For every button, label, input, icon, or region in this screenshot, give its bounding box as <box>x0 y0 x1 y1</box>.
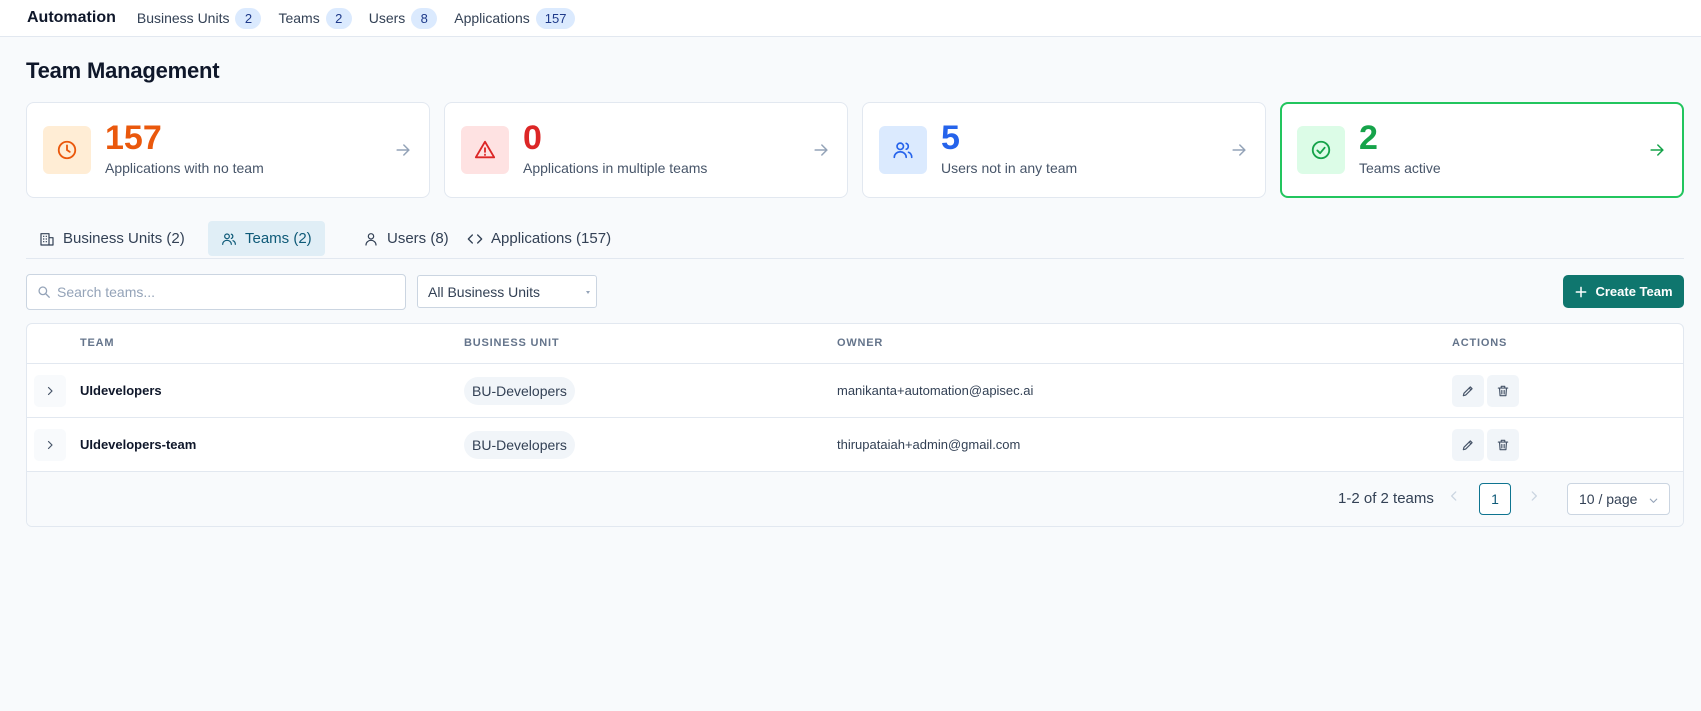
clock-icon <box>43 126 91 174</box>
nav-label: Users <box>368 10 406 26</box>
chevron-right-icon[interactable] <box>1527 489 1541 503</box>
arrow-right-icon <box>1650 144 1664 156</box>
nav-applications[interactable]: Applications 157 <box>454 7 576 29</box>
chevron-down-icon <box>1649 498 1658 503</box>
user-icon <box>365 232 377 246</box>
business-unit-select-value: All Business Units <box>428 283 541 300</box>
column-header-owner: OWNER <box>837 337 884 349</box>
nav-count-badge: 2 <box>235 7 262 29</box>
trash-icon <box>1497 385 1509 397</box>
page-size-value: 10 / page <box>1579 491 1638 507</box>
business-unit-select[interactable]: All Business Units <box>417 275 597 308</box>
tab-label: Business Units (2) <box>63 230 185 247</box>
stat-value: 2 <box>1359 119 1378 157</box>
owner-email: thirupataiah+admin@gmail.com <box>837 437 1021 452</box>
tab-label: Users (8) <box>387 230 449 247</box>
code-icon <box>467 233 483 244</box>
business-unit-badge: BU-Developers <box>464 377 575 405</box>
pagination-bar: 1-2 of 2 teams 1 10 / page <box>27 472 1683 526</box>
check-circle-icon <box>1297 126 1345 174</box>
stat-label: Applications with no team <box>105 160 264 176</box>
pencil-icon <box>1462 440 1473 451</box>
stat-card-teams-active[interactable]: 2 Teams active <box>1280 102 1684 198</box>
expand-row-button[interactable] <box>34 375 66 407</box>
brand-title[interactable]: Automation <box>27 9 116 27</box>
tab-applications[interactable]: Applications (157) <box>454 221 624 256</box>
building-icon <box>40 232 54 246</box>
edit-button[interactable] <box>1452 375 1484 407</box>
business-unit-badge: BU-Developers <box>464 431 575 459</box>
pencil-icon <box>1462 386 1473 397</box>
table-row[interactable]: UIdevelopers-team BU-Developers thirupat… <box>27 418 1683 472</box>
nav-users[interactable]: Users 8 <box>368 7 438 29</box>
stat-value: 0 <box>523 119 542 157</box>
page-title: Team Management <box>26 58 220 83</box>
tab-business-units[interactable]: Business Units (2) <box>26 221 198 256</box>
delete-button[interactable] <box>1487 375 1519 407</box>
nav-label: Applications <box>454 10 530 26</box>
page-number-button[interactable]: 1 <box>1479 483 1511 515</box>
table-row[interactable]: UIdevelopers BU-Developers manikanta+aut… <box>27 364 1683 418</box>
nav-business-units[interactable]: Business Units 2 <box>136 7 262 29</box>
arrow-right-icon <box>1232 144 1246 156</box>
tab-teams[interactable]: Teams (2) <box>208 221 325 256</box>
tab-users[interactable]: Users (8) <box>350 221 462 256</box>
arrow-right-icon <box>814 144 828 156</box>
tab-label: Applications (157) <box>491 230 612 247</box>
warning-icon <box>461 126 509 174</box>
page-size-select[interactable]: 10 / page <box>1567 483 1670 515</box>
chevron-right-icon <box>47 440 53 450</box>
stat-card-users-no-team[interactable]: 5 Users not in any team <box>862 102 1266 198</box>
arrow-right-icon <box>396 144 410 156</box>
users-icon <box>222 232 236 245</box>
delete-button[interactable] <box>1487 429 1519 461</box>
expand-row-button[interactable] <box>34 429 66 461</box>
team-name: UIdevelopers <box>80 383 162 398</box>
caret-down-icon <box>586 291 590 294</box>
search-icon <box>38 286 50 298</box>
teams-table: TEAM BUSINESS UNIT OWNER ACTIONS UIdevel… <box>26 323 1684 527</box>
table-header: TEAM BUSINESS UNIT OWNER ACTIONS <box>27 324 1683 364</box>
tab-bar: Business Units (2) Teams (2) Users (8) A… <box>26 221 1684 259</box>
create-team-label: Create Team <box>1595 284 1673 299</box>
nav-count-badge: 157 <box>535 7 576 29</box>
search-box[interactable] <box>26 274 406 310</box>
team-name: UIdevelopers-team <box>80 437 197 452</box>
owner-email: manikanta+automation@apisec.ai <box>837 383 1034 398</box>
nav-label: Teams <box>278 10 320 26</box>
chevron-left-icon[interactable] <box>1447 489 1461 503</box>
trash-icon <box>1497 439 1509 451</box>
stat-value: 157 <box>105 119 162 157</box>
create-team-button[interactable]: Create Team <box>1563 275 1684 308</box>
plus-icon <box>1576 286 1587 297</box>
column-header-actions: ACTIONS <box>1452 337 1508 349</box>
nav-count-badge: 2 <box>325 7 352 29</box>
nav-label: Business Units <box>136 10 230 26</box>
stat-value: 5 <box>941 119 960 157</box>
top-nav-bar: Automation Business Units 2 Teams 2 User… <box>0 0 1701 37</box>
nav-teams[interactable]: Teams 2 <box>278 7 352 29</box>
edit-button[interactable] <box>1452 429 1484 461</box>
tab-label: Teams (2) <box>245 230 312 247</box>
stat-label: Users not in any team <box>941 160 1078 176</box>
column-header-team: TEAM <box>80 337 115 349</box>
search-input[interactable] <box>57 284 387 300</box>
pagination-range: 1-2 of 2 teams <box>1338 490 1434 507</box>
chevron-right-icon <box>47 386 53 396</box>
column-header-business-unit: BUSINESS UNIT <box>464 337 560 349</box>
stat-label: Applications in multiple teams <box>523 160 708 176</box>
nav-count-badge: 8 <box>411 7 438 29</box>
stat-label: Teams active <box>1359 160 1441 176</box>
stat-card-apps-multiple-teams[interactable]: 0 Applications in multiple teams <box>444 102 848 198</box>
stat-card-apps-no-team[interactable]: 157 Applications with no team <box>26 102 430 198</box>
users-icon <box>879 126 927 174</box>
